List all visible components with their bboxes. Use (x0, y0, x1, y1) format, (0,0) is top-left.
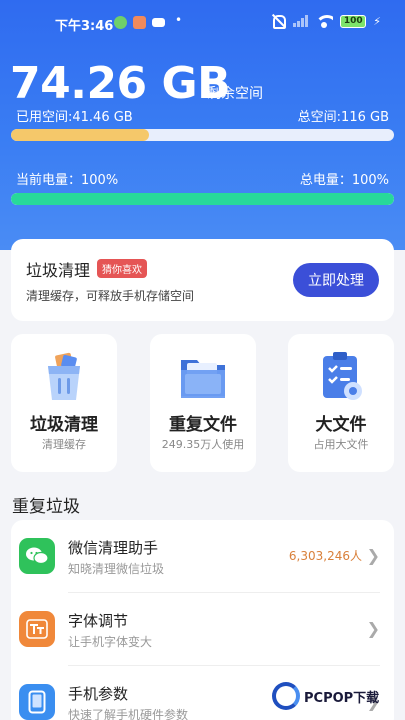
status-time: 下午3:46 (55, 19, 114, 34)
recommend-tag: 猜你喜欢 (97, 259, 147, 278)
used-storage-label: 已用空间:41.46 GB (16, 110, 133, 125)
app-notification-icon (114, 16, 127, 29)
pcpop-logo-icon (272, 682, 300, 710)
folder-icon (181, 360, 225, 398)
signal-icon (293, 15, 309, 27)
promo-card[interactable]: 垃圾清理 猜你喜欢 清理缓存，可释放手机存储空间 立即处理 (11, 239, 394, 321)
promo-description: 清理缓存，可释放手机存储空间 (26, 289, 195, 303)
tile-title: 垃圾清理 (30, 415, 98, 435)
tile-title: 大文件 (315, 415, 367, 435)
tile-duplicate-files[interactable]: 重复文件 249.35万人使用 (150, 334, 256, 472)
tile-title: 重复文件 (169, 415, 237, 435)
message-notification-icon (152, 18, 165, 27)
status-bar: 下午3:46 • 100 ⚡ (0, 0, 405, 44)
clipboard-icon (323, 352, 362, 400)
list-item-description: 让手机字体变大 (68, 635, 153, 649)
list-item-font-adjust[interactable]: 字体调节 让手机字体变大 ❯ (11, 593, 394, 665)
total-storage-label: 总空间:116 GB (297, 110, 389, 125)
promo-title: 垃圾清理 (26, 261, 91, 280)
list-item-wechat-cleaner[interactable]: 微信清理助手 知晓清理微信垃圾 6,303,246人 ❯ (11, 520, 394, 592)
wechat-icon (19, 538, 55, 574)
tile-large-files[interactable]: 大文件 占用大文件 (288, 334, 394, 472)
tile-description: 清理缓存 (42, 438, 86, 451)
storage-progress-bar (11, 129, 394, 141)
section-title: 重复垃圾 (12, 497, 80, 517)
battery-progress-fill (11, 193, 394, 205)
more-notifications-icon: • (175, 13, 183, 27)
list-item-title: 手机参数 (68, 685, 129, 703)
storage-progress-fill (11, 129, 149, 141)
tile-junk-clean[interactable]: 垃圾清理 清理缓存 (11, 334, 117, 472)
remaining-storage-label: 剩余空间 (207, 86, 263, 102)
charging-icon: ⚡ (373, 14, 381, 28)
mi-notification-icon (133, 16, 146, 29)
user-count: 6,303,246人 (288, 549, 362, 563)
battery-icon: 100 (340, 14, 367, 28)
mute-icon (270, 14, 287, 29)
watermark-text: PCPOP下载 (304, 690, 380, 706)
trash-bin-icon (48, 352, 80, 400)
remaining-storage-value: 74.26 GB (10, 58, 231, 109)
wifi-icon (315, 14, 334, 28)
tile-description: 占用大文件 (313, 438, 369, 451)
tile-description: 249.35万人使用 (161, 438, 245, 451)
list-item-description: 快速了解手机硬件参数 (68, 708, 189, 720)
current-battery-label: 当前电量：100% (16, 173, 119, 188)
list-item-title: 字体调节 (68, 612, 129, 630)
list-item-description: 知晓清理微信垃圾 (68, 562, 165, 576)
process-now-button[interactable]: 立即处理 (293, 263, 379, 297)
battery-progress-bar (11, 193, 394, 205)
chevron-right-icon: ❯ (366, 546, 380, 565)
list-item-title: 微信清理助手 (68, 539, 159, 557)
chevron-right-icon: ❯ (366, 619, 380, 638)
phone-icon (19, 684, 55, 720)
total-battery-label: 总电量：100% (299, 173, 389, 188)
watermark-logo: PCPOP下载 (272, 676, 396, 716)
font-icon (19, 611, 55, 647)
